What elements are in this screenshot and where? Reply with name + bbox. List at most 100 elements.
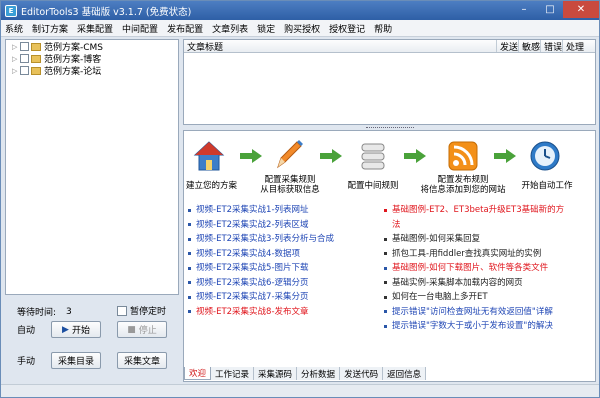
link-text[interactable]: 如何在一台电脑上多开ET — [392, 290, 488, 305]
tree-checkbox[interactable] — [20, 66, 29, 75]
link-item-continuation[interactable]: 法 — [384, 218, 594, 233]
maximize-button[interactable]: □ — [537, 1, 563, 18]
house-icon[interactable] — [192, 139, 226, 173]
stop-icon: ■ — [127, 324, 136, 335]
left-link-list: 视频-ET2采集实战1-列表网址 视频-ET2采集实战2-列表区域 视频-ET2采集… — [188, 203, 334, 319]
bullet-icon — [188, 208, 191, 212]
link-item[interactable]: 视频-ET2采集实战6-逻辑分页 — [188, 276, 334, 291]
tree-item-blog[interactable]: ▷ 范例方案-博客 — [6, 53, 178, 65]
link-item[interactable]: 提示错误"访问检查网址无有效返回值"详解 — [384, 305, 594, 320]
expand-icon[interactable]: ▷ — [12, 67, 20, 75]
collect-directory-button[interactable]: 采集目录 — [51, 352, 101, 369]
menu-publish-config[interactable]: 发布配置 — [167, 22, 203, 35]
menu-middle-config[interactable]: 中间配置 — [122, 22, 158, 35]
column-send[interactable]: 发送 — [497, 40, 519, 53]
right-link-list: 基础图例-ET2、ET3beta升级ET3基础新的方法基础图例-如何采集回复 抓包… — [384, 203, 594, 334]
link-item[interactable]: 视频-ET2采集实战5-图片下载 — [188, 261, 334, 276]
link-text[interactable]: 视频-ET2采集实战7-采集分页 — [196, 290, 309, 305]
tree-item-forum[interactable]: ▷ 范例方案-论坛 — [6, 65, 178, 77]
play-icon: ▶ — [62, 324, 69, 335]
tab-analysis-data[interactable]: 分析数据 — [297, 367, 341, 380]
link-text[interactable]: 基础图例-如何下载图片、软件等各类文件 — [392, 261, 548, 276]
start-button[interactable]: ▶ 开始 — [51, 321, 101, 338]
column-title[interactable]: 文章标题 — [184, 40, 497, 53]
auto-label: 自动 — [17, 326, 36, 336]
window-title: EditorTools3 基础版 v3.1.7 (免费状态) — [21, 6, 192, 18]
bullet-icon — [384, 281, 387, 285]
link-item[interactable]: 视频-ET2采集实战4-数据项 — [188, 247, 334, 262]
link-item[interactable]: 视频-ET2采集实战8-发布文章 — [188, 305, 334, 320]
link-text[interactable]: 基础图例-如何采集回复 — [392, 232, 480, 247]
column-handle[interactable]: 处理 — [563, 40, 595, 53]
tab-work-log[interactable]: 工作记录 — [211, 367, 255, 380]
link-text[interactable]: 基础图例-ET2、ET3beta升级ET3基础新的方 — [392, 203, 564, 218]
link-item[interactable]: 基础图例-如何采集回复 — [384, 232, 594, 247]
link-text[interactable]: 视频-ET2采集实战6-逻辑分页 — [196, 276, 309, 291]
wait-time-value: 3 — [66, 306, 72, 317]
bullet-icon — [188, 223, 191, 227]
link-item[interactable]: 视频-ET2采集实战3-列表分析与合成 — [188, 232, 334, 247]
menu-article-list[interactable]: 文章列表 — [212, 22, 248, 35]
bullet-icon — [188, 295, 191, 299]
arrow-icon — [320, 149, 342, 163]
link-text[interactable]: 提示错误"访问检查网址无有效返回值"详解 — [392, 305, 553, 320]
tab-send-code[interactable]: 发送代码 — [340, 367, 384, 380]
close-button[interactable]: ✕ — [563, 1, 599, 18]
link-item[interactable]: 视频-ET2采集实战1-列表网址 — [188, 203, 334, 218]
tab-source-code[interactable]: 采集源码 — [254, 367, 298, 380]
tab-return-info[interactable]: 返回信息 — [383, 367, 427, 380]
flow-label-create-plan: 建立您的方案 — [186, 181, 238, 191]
flow-label-line: 配置发布规则 — [437, 175, 489, 185]
collect-article-button[interactable]: 采集文章 — [117, 352, 167, 369]
link-item[interactable]: 基础图例-ET2、ET3beta升级ET3基础新的方 — [384, 203, 594, 218]
link-text[interactable]: 提示错误"字数大于或小于发布设置"的解决 — [392, 319, 553, 334]
link-item[interactable]: 提示错误"字数大于或小于发布设置"的解决 — [384, 319, 594, 334]
link-text[interactable]: 视频-ET2采集实战1-列表网址 — [196, 203, 309, 218]
clock-icon[interactable] — [528, 139, 562, 173]
link-text[interactable]: 基础实例-采集脚本加载内容的网页 — [392, 276, 523, 291]
menu-register-license[interactable]: 授权登记 — [329, 22, 365, 35]
link-text[interactable]: 视频-ET2采集实战3-列表分析与合成 — [196, 232, 334, 247]
link-text[interactable]: 抓包工具-用fiddler查找真实网址的实例 — [392, 247, 541, 262]
tree-checkbox[interactable] — [20, 42, 29, 51]
minimize-button[interactable]: – — [511, 1, 537, 18]
folder-icon — [31, 66, 41, 75]
menu-help[interactable]: 帮助 — [374, 22, 392, 35]
link-item[interactable]: 视频-ET2采集实战2-列表区域 — [188, 218, 334, 233]
menu-plan[interactable]: 制订方案 — [32, 22, 68, 35]
link-item[interactable]: 抓包工具-用fiddler查找真实网址的实例 — [384, 247, 594, 262]
link-item[interactable]: 基础实例-采集脚本加载内容的网页 — [384, 276, 594, 291]
article-table: 文章标题 发送 敏感 错误 处理 — [183, 39, 596, 125]
menu-lock[interactable]: 锁定 — [257, 22, 275, 35]
column-error[interactable]: 错误 — [541, 40, 563, 53]
link-text[interactable]: 视频-ET2采集实战4-数据项 — [196, 247, 300, 262]
link-item[interactable]: 基础图例-如何下载图片、软件等各类文件 — [384, 261, 594, 276]
link-text[interactable]: 视频-ET2采集实战8-发布文章 — [196, 305, 309, 320]
link-text[interactable]: 视频-ET2采集实战2-列表区域 — [196, 218, 309, 233]
tab-welcome[interactable]: 欢迎 — [184, 367, 212, 380]
stop-button[interactable]: ■ 停止 — [117, 321, 167, 338]
tree-checkbox[interactable] — [20, 54, 29, 63]
menu-buy-license[interactable]: 购买授权 — [284, 22, 320, 35]
bullet-icon — [384, 310, 387, 314]
link-item[interactable]: 如何在一台电脑上多开ET — [384, 290, 594, 305]
link-text[interactable]: 法 — [392, 218, 401, 233]
expand-icon[interactable]: ▷ — [12, 55, 20, 63]
flow-label-line: 将信息添加到您的网站 — [420, 185, 506, 195]
menu-collect-config[interactable]: 采集配置 — [77, 22, 113, 35]
bullet-icon — [188, 310, 191, 314]
expand-icon[interactable]: ▷ — [12, 43, 20, 51]
pencil-icon[interactable] — [272, 137, 306, 171]
pause-timer-checkbox[interactable] — [117, 305, 127, 316]
tree-item-cms[interactable]: ▷ 范例方案-CMS — [6, 41, 178, 53]
link-item[interactable]: 视频-ET2采集实战7-采集分页 — [188, 290, 334, 305]
bullet-icon — [188, 266, 191, 270]
flow-label-middle-rules: 配置中间规则 — [347, 181, 399, 191]
link-text[interactable]: 视频-ET2采集实战5-图片下载 — [196, 261, 309, 276]
title-bar: E EditorTools3 基础版 v3.1.7 (免费状态) – □ ✕ — [1, 1, 599, 20]
rss-icon[interactable] — [446, 139, 480, 173]
database-icon[interactable] — [356, 139, 390, 173]
menu-system[interactable]: 系统 — [5, 22, 23, 35]
column-sensitive[interactable]: 敏感 — [519, 40, 541, 53]
flow-label-publish-rules: 配置发布规则 将信息添加到您的网站 — [408, 175, 518, 195]
